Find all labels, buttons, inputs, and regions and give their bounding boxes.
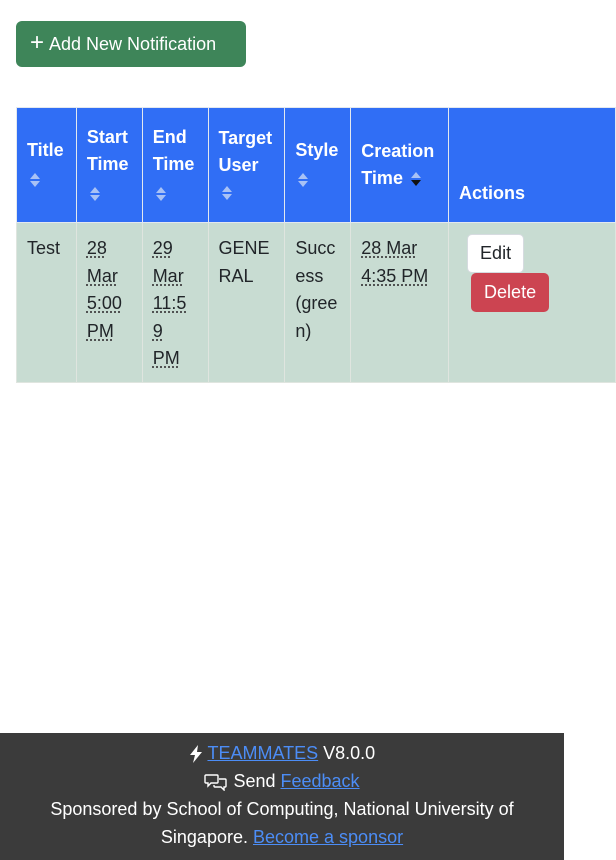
cell-actions: EditDelete bbox=[448, 222, 616, 383]
cell-title: Test bbox=[16, 222, 77, 383]
table-row: Test 28 Mar 5:00 PM 29 Mar 11:5 9 PM GEN… bbox=[16, 222, 616, 383]
cell-creation-time: 28 Mar 4:35 PM bbox=[350, 222, 450, 383]
column-header-title[interactable]: Title bbox=[16, 107, 77, 223]
sort-icon[interactable] bbox=[155, 186, 167, 202]
delete-button[interactable]: Delete bbox=[471, 273, 550, 312]
sort-desc-icon[interactable] bbox=[410, 171, 422, 187]
send-text: Send bbox=[233, 771, 276, 791]
column-header-actions: Actions bbox=[448, 107, 616, 223]
sort-icon[interactable] bbox=[221, 185, 233, 201]
column-header-target-user[interactable]: Target User bbox=[207, 107, 286, 223]
version-text: V8.0.0 bbox=[323, 743, 376, 763]
cell-start-time: 28 Mar 5:00 PM bbox=[75, 222, 143, 383]
teammates-link[interactable]: TEAMMATES bbox=[207, 743, 318, 763]
table-header-row: Title Start Time End Time Target User St… bbox=[16, 107, 616, 223]
plus-icon: + bbox=[30, 29, 45, 56]
edit-button[interactable]: Edit bbox=[467, 234, 525, 273]
cell-end-time: 29 Mar 11:5 9 PM bbox=[141, 222, 209, 383]
column-header-creation-time[interactable]: Creation Time bbox=[350, 107, 450, 223]
footer-feedback-line: Send Feedback bbox=[0, 767, 564, 795]
footer-sponsor-line: Sponsored by School of Computing, Nation… bbox=[50, 799, 514, 847]
add-notification-button[interactable]: + Add New Notification bbox=[16, 21, 246, 67]
cell-style: Succ ess (gree n) bbox=[284, 222, 352, 383]
become-sponsor-link[interactable]: Become a sponsor bbox=[253, 827, 403, 847]
column-header-style[interactable]: Style bbox=[284, 107, 352, 223]
bolt-icon bbox=[189, 745, 202, 764]
sort-icon[interactable] bbox=[297, 172, 309, 188]
sort-icon[interactable] bbox=[29, 172, 41, 188]
notifications-table: Title Start Time End Time Target User St… bbox=[16, 107, 616, 383]
sort-icon[interactable] bbox=[89, 186, 101, 202]
footer: TEAMMATES V8.0.0 Send Feedback Sponsored… bbox=[0, 733, 564, 860]
cell-target-user: GENE RAL bbox=[207, 222, 286, 383]
column-header-end-time[interactable]: End Time bbox=[141, 107, 209, 223]
chat-bubbles-icon bbox=[204, 774, 228, 792]
footer-version-line: TEAMMATES V8.0.0 bbox=[0, 739, 564, 767]
add-notification-label: Add New Notification bbox=[49, 33, 217, 54]
column-header-start-time[interactable]: Start Time bbox=[75, 107, 143, 223]
feedback-link[interactable]: Feedback bbox=[281, 771, 360, 791]
